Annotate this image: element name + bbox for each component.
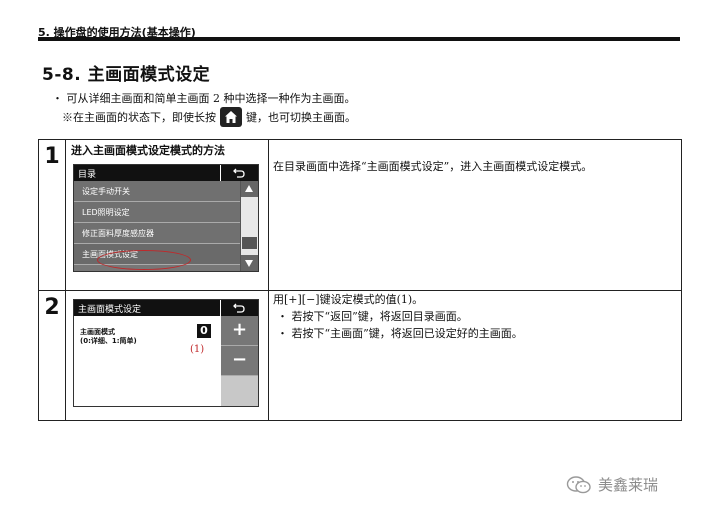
plus-button[interactable]: + [221,316,258,346]
screen-header: 主画面模式设定 [74,300,258,316]
back-button[interactable] [220,165,258,181]
steps-table: 1 进入主画面模式设定模式的方法 目录 设定手动开关 LED照明设定 修正面料厚… [38,139,682,421]
section-title: 5-8. 主画面模式设定 [42,65,211,85]
menu-item-led[interactable]: LED照明设定 [74,202,240,223]
mode-field-label: 主画面模式 (0:详细、1:简单) [80,328,137,346]
header-rule [38,37,680,41]
back-button[interactable] [220,300,258,316]
step2-bullet2: ・ 若按下“主画面”键，将返回已设定好的主画面。 [277,327,523,340]
value-controls: + − [221,316,258,406]
back-arrow-icon [233,303,245,313]
step2-bullet1: ・ 若按下“返回”键，将返回目录画面。 [277,310,468,323]
highlight-ellipse [97,250,191,270]
watermark-text: 美鑫莱瑞 [598,476,659,494]
callout-label: (1) [190,344,205,355]
intro-text: ・ 可从详细主画面和简单主画面 2 种中选择一种作为主画面。 ※在主画面的状态下… [52,90,356,127]
setting-body: 主画面模式 (0:详细、1:简单) 0 (1) [74,316,221,406]
step-illustration: 主画面模式设定 主画面模式 (0:详细、1:简单) 0 (1) + − [67,291,269,420]
screen-title: 主画面模式设定 [78,305,142,315]
intro-line-2-before: ※在主画面的状态下，即使长按 [62,110,216,124]
mode-field-label-1: 主画面模式 [80,328,115,336]
step-row-1: 1 进入主画面模式设定模式的方法 目录 设定手动开关 LED照明设定 修正面料厚… [39,140,681,291]
mode-field-label-2: (0:详细、1:简单) [80,337,137,345]
intro-line-1: ・ 可从详细主画面和简单主画面 2 种中选择一种作为主画面。 [52,92,356,105]
scroll-down-button[interactable] [241,255,258,271]
home-icon [220,107,242,127]
triangle-down-icon [245,260,253,267]
scrollbar[interactable] [240,181,258,271]
step-number: 2 [39,291,66,420]
intro-line-2: ※在主画面的状态下，即使长按 键，也可切换主画面。 [52,107,356,127]
back-arrow-icon [233,168,245,178]
menu-item-fabric-sensor[interactable]: 修正面料厚度感应器 [74,223,240,244]
minus-button[interactable]: − [221,346,258,376]
scroll-up-button[interactable] [241,181,258,197]
watermark: 美鑫莱瑞 [566,474,658,495]
intro-line-2-after: 键，也可切换主画面。 [246,110,356,124]
scroll-thumb[interactable] [242,237,257,249]
step-illustration: 进入主画面模式设定模式的方法 目录 设定手动开关 LED照明设定 修正面料厚度感… [67,140,269,290]
menu-item-manual-switch[interactable]: 设定手动开关 [74,181,240,202]
step-row-2: 2 主画面模式设定 主画面模式 (0:详细、1:简单) 0 (1) + − 用[… [39,291,681,420]
mode-setting-screen: 主画面模式设定 主画面模式 (0:详细、1:简单) 0 (1) + − [73,299,259,407]
screen-title: 目录 [78,170,97,180]
step2-line1: 用[+][−]键设定模式的值(1)。 [273,293,424,306]
step-number: 1 [39,140,66,290]
step-label: 进入主画面模式设定模式的方法 [71,144,225,157]
triangle-up-icon [245,185,253,192]
step-description: 在目录画面中选择“主画面模式设定”，进入主画面模式设定模式。 [273,160,593,173]
blank-button [221,376,258,406]
mode-value: 0 [197,324,211,338]
wechat-icon [566,475,591,493]
screen-header: 目录 [74,165,258,181]
step-description: 用[+][−]键设定模式的值(1)。 ・ 若按下“返回”键，将返回目录画面。 ・… [273,291,677,342]
